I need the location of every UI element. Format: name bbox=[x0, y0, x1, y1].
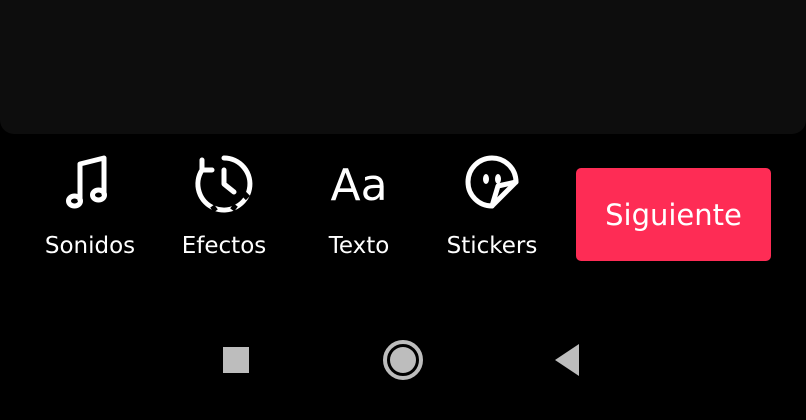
sounds-tool[interactable]: Sonidos bbox=[30, 146, 150, 274]
next-button[interactable]: Siguiente bbox=[576, 168, 771, 261]
recents-square-icon bbox=[223, 347, 249, 373]
recents-button[interactable] bbox=[206, 332, 266, 388]
editor-toolbar: Sonidos Efectos Aa Texto Stickers Siguie… bbox=[0, 140, 806, 280]
home-circle-icon bbox=[383, 340, 423, 380]
text-label: Texto bbox=[328, 233, 390, 259]
effects-timer-icon bbox=[188, 146, 260, 218]
home-button[interactable] bbox=[373, 332, 433, 388]
back-button[interactable] bbox=[537, 332, 597, 388]
system-navigation-bar bbox=[0, 320, 806, 400]
text-aa-icon: Aa bbox=[323, 146, 395, 218]
sounds-label: Sonidos bbox=[44, 233, 136, 259]
effects-label: Efectos bbox=[181, 233, 267, 259]
text-tool[interactable]: Aa Texto bbox=[299, 146, 419, 274]
effects-tool[interactable]: Efectos bbox=[164, 146, 284, 274]
music-note-icon bbox=[54, 146, 126, 218]
sticker-face-icon bbox=[456, 146, 528, 218]
stickers-label: Stickers bbox=[446, 233, 538, 259]
back-triangle-icon bbox=[555, 344, 579, 376]
stickers-tool[interactable]: Stickers bbox=[432, 146, 552, 274]
svg-text:Aa: Aa bbox=[330, 160, 387, 211]
video-preview-area bbox=[0, 0, 806, 134]
